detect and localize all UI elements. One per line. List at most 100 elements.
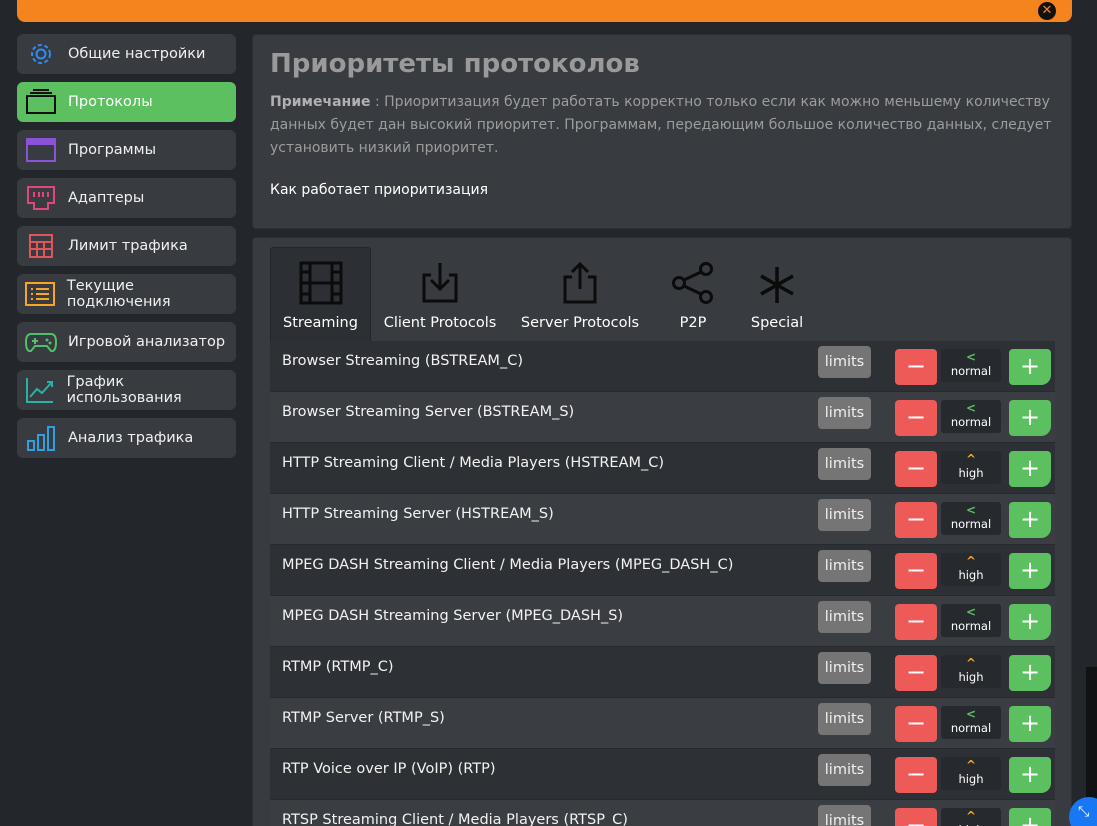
increase-priority-button[interactable]: +	[1009, 400, 1051, 436]
priority-level: normal	[950, 619, 992, 633]
priority-level: normal	[950, 721, 992, 735]
tab-client-protocols[interactable]: Client Protocols	[371, 247, 509, 341]
sidebar: Общие настройки Протоколы Программы Адап…	[17, 34, 236, 466]
tab-special[interactable]: Special	[735, 247, 819, 341]
sidebar-item-adapters[interactable]: Адаптеры	[17, 178, 236, 218]
upload-icon	[562, 257, 598, 305]
limits-button[interactable]: limits	[818, 703, 871, 735]
limits-button[interactable]: limits	[818, 754, 871, 786]
decrease-priority-button[interactable]: −	[895, 400, 937, 436]
decrease-priority-button[interactable]: −	[895, 451, 937, 487]
priority-level: normal	[950, 364, 992, 378]
protocol-name: Browser Streaming Server (BSTREAM_S)	[282, 404, 575, 420]
sidebar-item-label: Анализ трафика	[68, 430, 194, 446]
page-title: Приоритеты протоколов	[270, 49, 640, 79]
limits-button[interactable]: limits	[818, 805, 871, 826]
increase-priority-button[interactable]: +	[1009, 604, 1051, 640]
decrease-priority-button[interactable]: −	[895, 553, 937, 589]
download-icon	[418, 257, 462, 305]
decrease-priority-button[interactable]: −	[895, 349, 937, 385]
decrease-priority-button[interactable]: −	[895, 502, 937, 538]
sidebar-item-traffic-analysis[interactable]: Анализ трафика	[17, 418, 236, 458]
protocol-name: MPEG DASH Streaming Server (MPEG_DASH_S)	[282, 608, 624, 624]
limits-button[interactable]: limits	[818, 448, 871, 480]
increase-priority-button[interactable]: +	[1009, 808, 1051, 826]
protocol-row: MPEG DASH Streaming Server (MPEG_DASH_S)…	[270, 596, 1055, 647]
sidebar-item-programs[interactable]: Программы	[17, 130, 236, 170]
sidebar-item-label: График использования	[66, 374, 182, 406]
protocol-name: RTP Voice over IP (VoIP) (RTP)	[282, 761, 496, 777]
chevron-up-icon: ^	[965, 452, 977, 466]
sidebar-item-protocols[interactable]: Протоколы	[17, 82, 236, 122]
sidebar-item-connections[interactable]: Текущие подключения	[17, 274, 236, 314]
limits-button[interactable]: limits	[818, 346, 871, 378]
decrease-priority-button[interactable]: −	[895, 757, 937, 793]
increase-priority-button[interactable]: +	[1009, 553, 1051, 589]
increase-priority-button[interactable]: +	[1009, 655, 1051, 691]
sidebar-item-usage-graph[interactable]: График использования	[17, 370, 236, 410]
protocols-panel: Streaming Client Protocols Server Protoc…	[252, 237, 1072, 826]
chevron-left-icon: <	[965, 605, 977, 619]
tab-label: Streaming	[283, 315, 358, 331]
close-icon[interactable]: ✕	[1038, 2, 1056, 20]
priority-indicator: < normal	[941, 706, 1001, 739]
limits-button[interactable]: limits	[818, 601, 871, 633]
sidebar-item-game-analyzer[interactable]: Игровой анализатор	[17, 322, 236, 362]
tab-server-protocols[interactable]: Server Protocols	[509, 247, 651, 341]
protocol-row: Browser Streaming (BSTREAM_C) limits − < nor…	[270, 341, 1055, 392]
note-text: Примечание : Приоритизация будет работат…	[270, 91, 1054, 160]
limits-button[interactable]: limits	[818, 397, 871, 429]
increase-priority-button[interactable]: +	[1009, 349, 1051, 385]
increase-priority-button[interactable]: +	[1009, 502, 1051, 538]
how-prioritization-link[interactable]: Как работает приоритизация	[270, 182, 1054, 198]
tab-label: Client Protocols	[383, 315, 497, 331]
sidebar-item-label: Протоколы	[68, 94, 153, 110]
decrease-priority-button[interactable]: −	[895, 604, 937, 640]
window-icon	[25, 135, 57, 165]
protocol-row: RTP Voice over IP (VoIP) (RTP) limits − ^ hi…	[270, 749, 1055, 800]
tab-streaming[interactable]: Streaming	[270, 247, 371, 341]
sidebar-item-label: Программы	[68, 142, 157, 158]
decrease-priority-button[interactable]: −	[895, 655, 937, 691]
decrease-priority-button[interactable]: −	[895, 808, 937, 826]
priority-indicator: < normal	[941, 349, 1001, 382]
note-label: Примечание	[270, 94, 371, 110]
chevron-up-icon: ^	[965, 758, 977, 772]
chevron-left-icon: <	[965, 350, 977, 364]
tab-p2p[interactable]: P2P	[651, 247, 735, 341]
chevron-up-icon: ^	[965, 809, 977, 823]
asterisk-icon	[757, 257, 797, 305]
protocol-row: RTMP Server (RTMP_S) limits − < normal +	[270, 698, 1055, 749]
tab-label: Server Protocols	[520, 315, 640, 331]
increase-priority-button[interactable]: +	[1009, 706, 1051, 742]
increase-priority-button[interactable]: +	[1009, 757, 1051, 793]
increase-priority-button[interactable]: +	[1009, 451, 1051, 487]
priority-level: high	[958, 772, 984, 786]
limits-button[interactable]: limits	[818, 652, 871, 684]
priority-indicator: ^high	[941, 808, 1001, 826]
bar-chart-icon	[25, 423, 57, 453]
list-icon	[25, 279, 56, 309]
sidebar-item-traffic-limit[interactable]: Лимит трафика	[17, 226, 236, 266]
top-banner: ✕	[17, 0, 1072, 22]
chart-line-icon	[25, 375, 56, 405]
protocol-list: Browser Streaming (BSTREAM_C) limits − < nor…	[270, 341, 1055, 826]
limits-button[interactable]: limits	[818, 499, 871, 531]
film-icon	[299, 257, 343, 305]
priority-level: high	[958, 568, 984, 582]
decrease-priority-button[interactable]: −	[895, 706, 937, 742]
priority-indicator: ^high	[941, 655, 1001, 688]
expand-icon: ⤡	[1078, 804, 1090, 820]
priority-indicator: < normal	[941, 400, 1001, 433]
grid-icon	[25, 231, 57, 261]
priority-level: high	[958, 670, 984, 684]
limits-button[interactable]: limits	[818, 550, 871, 582]
expand-button[interactable]: ⤡	[1069, 797, 1097, 826]
sidebar-item-general[interactable]: Общие настройки	[17, 34, 236, 74]
chevron-left-icon: <	[965, 503, 977, 517]
chevron-up-icon: ^	[965, 554, 977, 568]
note-separator: :	[370, 94, 385, 110]
protocol-name: HTTP Streaming Server (HSTREAM_S)	[282, 506, 554, 522]
tab-label: Special	[750, 315, 804, 331]
priority-indicator: ^high	[941, 451, 1001, 484]
